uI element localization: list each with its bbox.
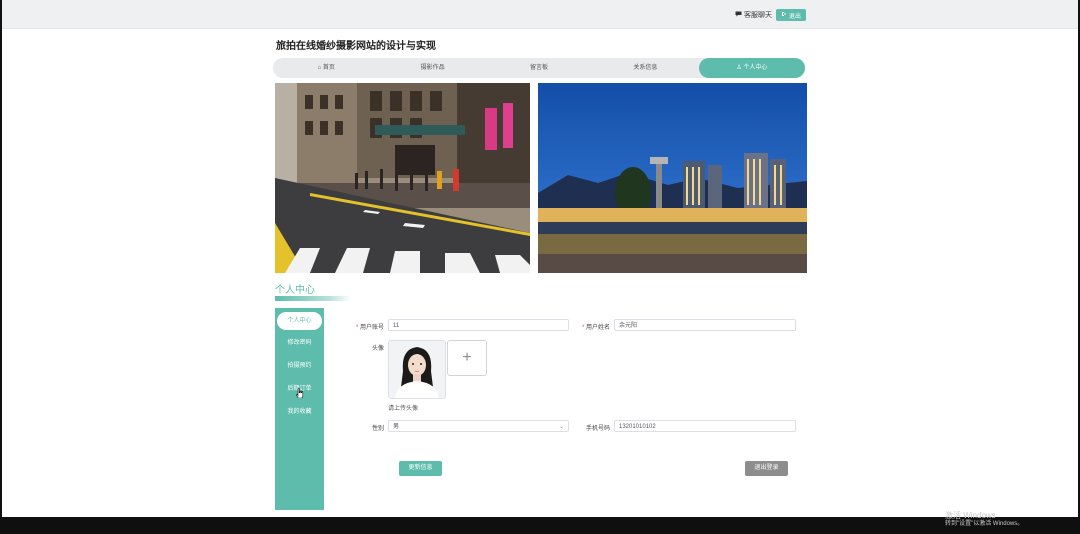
nav-item-home[interactable]: ⌂ 首页 (273, 58, 379, 78)
chat-link[interactable]: 客服聊天 (735, 10, 772, 20)
account-input[interactable]: 11 (388, 319, 569, 331)
name-input[interactable]: 余元阳 (614, 319, 796, 331)
user-icon: ♙ (736, 65, 742, 71)
gender-select[interactable]: 男 ⌄ (388, 420, 569, 432)
required-mark: * (581, 325, 585, 331)
nav-item-relations[interactable]: 关系信息 (592, 58, 698, 78)
logout-button[interactable]: 退出登录 (745, 461, 788, 476)
gender-value: 男 (393, 424, 400, 430)
avatar-image[interactable] (388, 340, 446, 399)
home-icon: ⌂ (317, 65, 322, 71)
nav-item-label: 首页 (322, 65, 335, 71)
chat-bubble-icon (735, 11, 742, 19)
banner-city-image (538, 83, 807, 273)
plus-icon: + (462, 349, 472, 366)
name-label: * 用户姓名 (572, 322, 610, 331)
nav-item-messages[interactable]: 留言板 (486, 58, 592, 78)
banner-street-image (275, 83, 530, 273)
upload-tip: 请上传头像 (388, 406, 419, 412)
upload-avatar-button[interactable]: + (447, 340, 487, 376)
nav-item-profile[interactable]: ♙ 个人中心 (698, 58, 806, 78)
nav-item-label: 摄影作品 (420, 65, 445, 71)
exit-button[interactable]: 退出 (775, 9, 806, 21)
sidebar-item-booking[interactable]: 拍摄预约 (277, 357, 322, 375)
name-label-text: 用户姓名 (585, 325, 610, 331)
chat-label: 客服聊天 (744, 12, 772, 19)
account-label: * 用户账号 (346, 322, 384, 331)
section-title: 个人中心 (275, 285, 315, 296)
sidebar-item-profile[interactable]: 个人中心 (277, 312, 322, 330)
nav-item-label: 留言板 (530, 65, 549, 71)
nav-item-works[interactable]: 摄影作品 (379, 58, 485, 78)
phone-input[interactable]: 13201010102 (614, 420, 796, 432)
window-frame-left (0, 0, 2, 534)
sidebar-item-favorites[interactable]: 我的收藏 (277, 403, 322, 421)
watermark-line2: 转到"设置"以激活 Windows。 (945, 521, 1024, 527)
phone-label: 手机号码 (585, 426, 610, 432)
logout-icon (781, 11, 787, 19)
required-mark: * (355, 325, 359, 331)
watermark-line1: 激活 Windows (945, 511, 996, 520)
nav-item-label: 关系信息 (633, 65, 658, 71)
windows-activation-watermark: 激活 Windows 转到"设置"以激活 Windows。 (945, 511, 1023, 529)
chevron-down-icon: ⌄ (558, 424, 564, 430)
hand-cursor-icon (295, 385, 304, 403)
update-info-button[interactable]: 更新信息 (399, 461, 442, 476)
nav-item-label: 个人中心 (743, 65, 768, 71)
section-underline (275, 296, 351, 301)
top-bar: 客服聊天 退出 (2, 0, 1078, 29)
avatar-label: 头像 (371, 346, 384, 352)
taskbar (0, 517, 1080, 534)
site-title: 旅拍在线婚纱摄影网站的设计与实现 (276, 41, 436, 52)
main-nav: ⌂ 首页 摄影作品 留言板 关系信息 ♙ 个人中心 (273, 58, 806, 78)
exit-label: 退出 (788, 13, 801, 20)
account-label-text: 用户账号 (359, 325, 384, 331)
gender-label: 性别 (371, 426, 384, 432)
sidebar-item-change-password[interactable]: 修改密码 (277, 334, 322, 352)
profile-sidebar: 个人中心 修改密码 拍摄预约 后期订单 我的收藏 (275, 308, 324, 510)
